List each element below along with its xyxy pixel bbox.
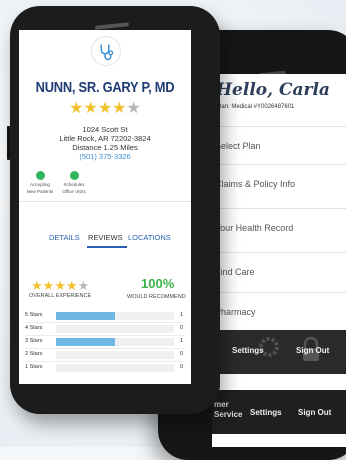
customer-service-label-1: mer [214,400,229,409]
check-icon [69,171,79,180]
rating-bar-track [56,338,174,346]
feature-accepting-patients: Accepting New Patients [25,171,55,194]
address-line-2: Little Rock, AR 72202-3824 [59,134,151,143]
star-icon: ★ [42,278,55,293]
recommend-percentage: 100% [141,276,175,291]
star-icon: ★ [54,278,66,293]
rating-row: 2 Stars 0 [25,349,185,361]
rating-row: 4 Stars 0 [25,323,185,335]
rating-bar-fill [56,312,115,320]
menu-item-select-plan[interactable]: Select Plan [212,126,346,164]
rating-bar-track [56,364,174,372]
back-phone-screen: Hello, Carla Plan: Medical #Y0026487601 … [212,74,346,447]
menu-item-pharmacy[interactable]: Pharmacy [212,292,346,330]
feature-label: Office Visits [62,189,86,194]
sign-out-button[interactable]: Sign Out [296,346,329,355]
feature-schedules-visits: Schedules Office Visits [59,171,89,194]
star-icon: ★ [65,278,78,293]
feature-label: Schedules [63,182,85,187]
star-icon: ★ [112,100,127,117]
customer-service-label-2: Service [214,410,243,419]
rating-bar-track [56,312,174,320]
check-icon [35,171,45,180]
bottom-bar: Settings Sign Out [212,330,346,374]
rating-row: 1 Stars 0 [25,362,185,374]
rating-row-label: 3 Stars [25,338,43,344]
doctor-name: NUNN, SR. GARY P, MD [35,79,175,96]
rating-bar-track [56,325,174,333]
active-tab-indicator [87,246,127,248]
tab-reviews[interactable]: REVIEWS [88,233,123,242]
rating-row-count: 0 [180,364,184,370]
plan-number: Plan: Medical #Y0026487601 [216,104,295,110]
tab-details[interactable]: DETAILS [49,233,80,242]
rating-row-count: 0 [180,351,184,357]
recommend-label: WOULD RECOMMEND [127,294,186,300]
doctor-badge [91,36,121,66]
feature-label: New Patients [26,189,54,194]
menu-item-claims[interactable]: Claims & Policy Info [212,164,346,202]
rating-bar-track [56,351,174,359]
rating-row-count: 1 [180,338,184,344]
front-phone-speaker [94,22,130,30]
rating-row-label: 4 Stars [25,325,43,331]
rating-row: 3 Stars 1 [25,336,185,348]
star-icon: ★ [69,100,84,117]
address-line-1: 1024 Scott St [82,125,128,134]
rating-row-label: 1 Stars [25,364,43,370]
bottom-bar-reflection: mer Service Settings Sign Out [212,390,346,434]
menu-item-find-care[interactable]: Find Care [212,252,346,290]
rating-row-label: 5 Stars [25,312,43,318]
greeting-block: Hello, Carla Plan: Medical #Y0026487601 [212,80,346,120]
customer-service-button[interactable]: mer Service [214,400,242,420]
volume-button [7,126,10,160]
sign-out-button-2[interactable]: Sign Out [298,408,331,417]
tab-locations[interactable]: LOCATIONS [128,233,171,242]
overall-rating: ★★★★★ [31,278,89,294]
rating-row-label: 2 Stars [25,351,43,357]
overall-experience-label: OVERALL EXPERIENCE [29,293,92,299]
star-empty-icon: ★ [126,100,141,117]
rating-row-count: 1 [180,312,184,318]
star-empty-icon: ★ [77,278,90,293]
rating-row-count: 0 [180,325,184,331]
stethoscope-icon [100,44,114,61]
feature-label: Accepting [30,182,50,187]
menu-item-health-record[interactable]: Your Health Record [212,208,346,246]
greeting-text: Hello, Carla [216,80,330,100]
settings-button[interactable]: Settings [232,346,264,355]
front-phone-screen: NUNN, SR. GARY P, MD ★★★★★ 1024 Scott St… [19,30,191,384]
settings-button-2[interactable]: Settings [250,408,282,417]
rating-row: 5 Stars 1 [25,310,185,322]
star-icon: ★ [31,278,43,293]
rating-bar-fill [56,338,115,346]
star-icon: ★ [97,100,113,117]
doctor-rating: ★★★★★ [19,98,191,118]
divider [19,201,191,202]
phone-link[interactable]: (501) 375-3326 [19,152,191,161]
star-icon: ★ [83,100,98,117]
distance: Distance 1.25 Miles [72,143,138,152]
